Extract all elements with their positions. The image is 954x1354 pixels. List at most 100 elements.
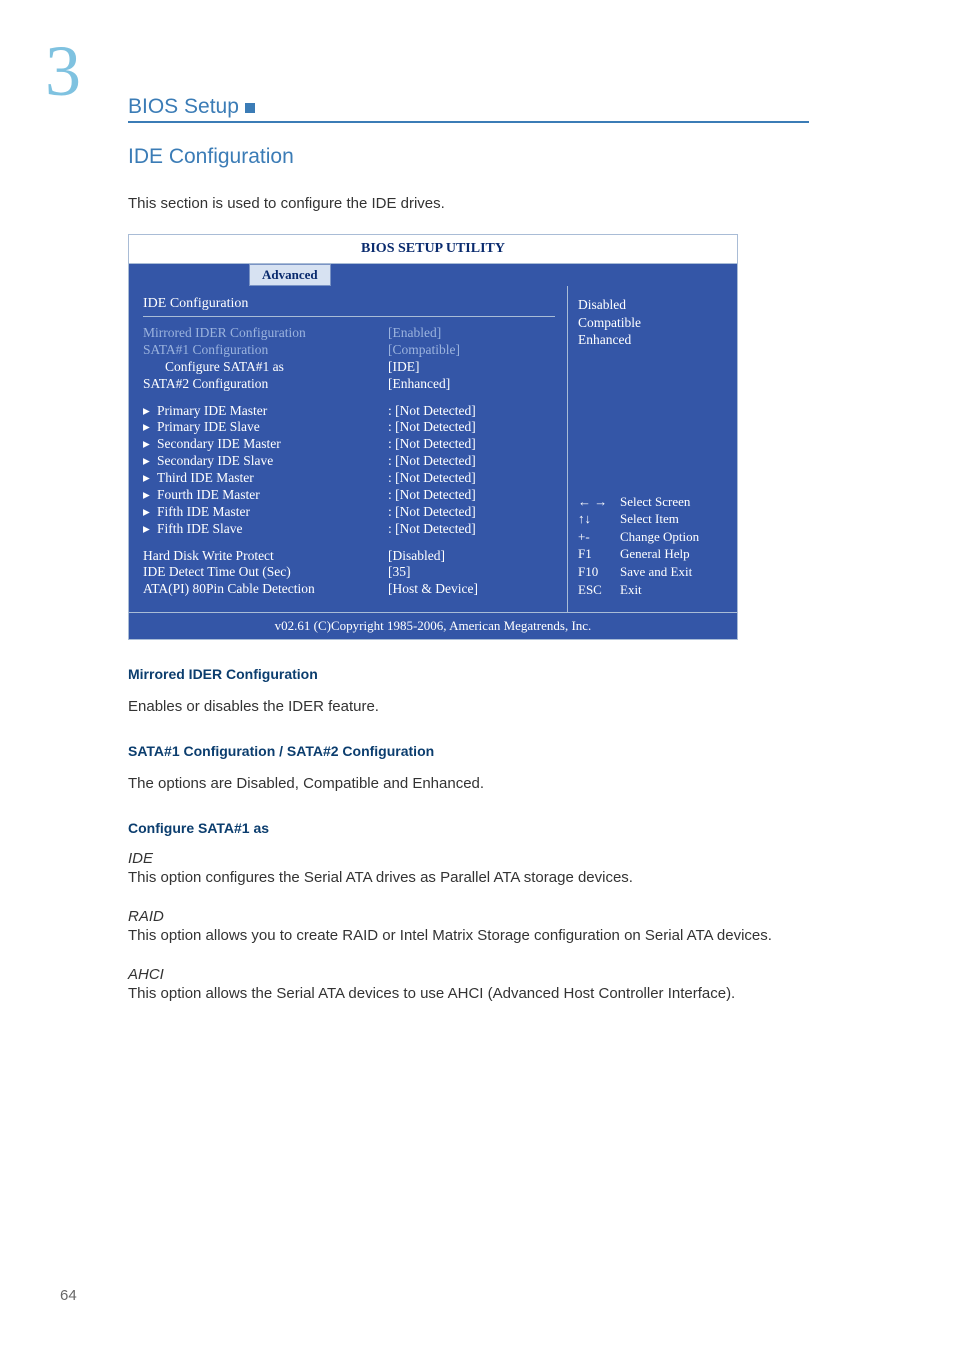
triangle-right-icon: ▸ bbox=[143, 453, 157, 470]
bios-config-row: Hard Disk Write Protect[Disabled] bbox=[143, 548, 555, 565]
bios-row-label: ▸Fifth IDE Master bbox=[143, 504, 388, 521]
bios-row-label-text: Primary IDE Slave bbox=[157, 419, 260, 434]
heading-configure-sata1: Configure SATA#1 as bbox=[128, 820, 809, 836]
text-raid: This option allows you to create RAID or… bbox=[128, 925, 809, 946]
bios-tabs: Advanced bbox=[129, 264, 737, 286]
bios-config-row: ▸Fifth IDE Master: [Not Detected] bbox=[143, 504, 555, 521]
bios-config-row: ▸Primary IDE Slave: [Not Detected] bbox=[143, 419, 555, 436]
bios-row-label: SATA#2 Configuration bbox=[143, 376, 388, 393]
bios-config-row: ▸Secondary IDE Slave: [Not Detected] bbox=[143, 453, 555, 470]
bios-help-key: F10 bbox=[578, 563, 620, 581]
bios-help-key: ESC bbox=[578, 581, 620, 599]
bios-help-key-row: ← →Select Screen bbox=[578, 493, 727, 511]
chapter-number: 3 bbox=[45, 30, 81, 113]
bios-help-keys: ← →Select Screen↑↓Select Item+-Change Op… bbox=[578, 493, 727, 598]
triangle-right-icon: ▸ bbox=[143, 419, 157, 436]
breadcrumb-square-icon bbox=[245, 103, 255, 113]
bios-footer: v02.61 (C)Copyright 1985-2006, American … bbox=[129, 612, 737, 639]
text-ahci: This option allows the Serial ATA device… bbox=[128, 983, 809, 1004]
bios-row-label: SATA#1 Configuration bbox=[143, 342, 388, 359]
bios-left-panel: IDE Configuration Mirrored IDER Configur… bbox=[129, 286, 567, 612]
bios-row-label-text: Mirrored IDER Configuration bbox=[143, 325, 306, 340]
bios-row-label-text: Fifth IDE Slave bbox=[157, 521, 243, 536]
bios-row-value: : [Not Detected] bbox=[388, 403, 476, 420]
bios-row-label-text: SATA#1 Configuration bbox=[143, 342, 268, 357]
triangle-right-icon: ▸ bbox=[143, 487, 157, 504]
bios-help-option: Compatible bbox=[578, 314, 727, 332]
triangle-right-icon: ▸ bbox=[143, 521, 157, 538]
bios-row-value: : [Not Detected] bbox=[388, 419, 476, 436]
bios-row-label-text: Fourth IDE Master bbox=[157, 487, 260, 502]
heading-sata-config: SATA#1 Configuration / SATA#2 Configurat… bbox=[128, 743, 809, 759]
bios-screenshot: BIOS SETUP UTILITY Advanced IDE Configur… bbox=[128, 234, 738, 640]
bios-row-value: [Disabled] bbox=[388, 548, 445, 565]
bios-divider bbox=[143, 316, 555, 317]
bios-config-row: ▸Third IDE Master: [Not Detected] bbox=[143, 470, 555, 487]
bios-row-label: ▸Fourth IDE Master bbox=[143, 487, 388, 504]
bios-help-key-row: ↑↓Select Item bbox=[578, 510, 727, 528]
breadcrumb: BIOS Setup bbox=[128, 95, 809, 123]
bios-config-row: SATA#1 Configuration[Compatible] bbox=[143, 342, 555, 359]
bios-row-label-text: SATA#2 Configuration bbox=[143, 376, 268, 391]
bios-config-row: Mirrored IDER Configuration [Enabled] bbox=[143, 325, 555, 342]
bios-help-key-row: F10Save and Exit bbox=[578, 563, 727, 581]
bios-row-label: Mirrored IDER Configuration bbox=[143, 325, 388, 342]
bios-help-action: Select Item bbox=[620, 510, 679, 528]
bios-row-label-text: Configure SATA#1 as bbox=[165, 359, 284, 374]
bios-config-row: ATA(PI) 80Pin Cable Detection [Host & Dev… bbox=[143, 581, 555, 598]
bios-help-key: ← → bbox=[578, 493, 620, 511]
bios-row-label-text: Secondary IDE Slave bbox=[157, 453, 273, 468]
bios-row-value: [IDE] bbox=[388, 359, 419, 376]
bios-help-key-row: ESCExit bbox=[578, 581, 727, 599]
label-ahci: AHCI bbox=[128, 966, 809, 983]
triangle-right-icon: ▸ bbox=[143, 470, 157, 487]
bios-row-label-text: ATA(PI) 80Pin Cable Detection bbox=[143, 581, 315, 596]
bios-row-label: ▸Secondary IDE Slave bbox=[143, 453, 388, 470]
bios-help-option: Enhanced bbox=[578, 331, 727, 349]
bios-row-value: : [Not Detected] bbox=[388, 487, 476, 504]
bios-help-action: Save and Exit bbox=[620, 563, 692, 581]
bios-row-label: ▸Third IDE Master bbox=[143, 470, 388, 487]
triangle-right-icon: ▸ bbox=[143, 403, 157, 420]
bios-row-label: IDE Detect Time Out (Sec) bbox=[143, 564, 388, 581]
bios-row-label: ▸Secondary IDE Master bbox=[143, 436, 388, 453]
text-mirrored-ider: Enables or disables the IDER feature. bbox=[128, 696, 809, 717]
text-ide: This option configures the Serial ATA dr… bbox=[128, 867, 809, 888]
triangle-right-icon: ▸ bbox=[143, 436, 157, 453]
bios-config-row: SATA#2 Configuration [Enhanced] bbox=[143, 376, 555, 393]
bios-row-label: ▸Fifth IDE Slave bbox=[143, 521, 388, 538]
bios-row-value: : [Not Detected] bbox=[388, 504, 476, 521]
bios-row-label: ▸Primary IDE Slave bbox=[143, 419, 388, 436]
bios-row-value: : [Not Detected] bbox=[388, 453, 476, 470]
bios-help-action: Select Screen bbox=[620, 493, 690, 511]
bios-row-value: [Enabled] bbox=[388, 325, 441, 342]
breadcrumb-text: BIOS Setup bbox=[128, 95, 239, 119]
bios-row-label-text: Primary IDE Master bbox=[157, 403, 267, 418]
bios-config-row: ▸Fourth IDE Master: [Not Detected] bbox=[143, 487, 555, 504]
bios-row-label: ATA(PI) 80Pin Cable Detection bbox=[143, 581, 388, 598]
text-sata-config: The options are Disabled, Compatible and… bbox=[128, 773, 809, 794]
bios-row-value: [Host & Device] bbox=[388, 581, 478, 598]
bios-row-label-text: Fifth IDE Master bbox=[157, 504, 250, 519]
triangle-right-icon: ▸ bbox=[143, 504, 157, 521]
bios-title: BIOS SETUP UTILITY bbox=[129, 235, 737, 264]
bios-help-action: Exit bbox=[620, 581, 642, 599]
bios-help-option: Disabled bbox=[578, 296, 727, 314]
bios-panel-title: IDE Configuration bbox=[143, 296, 555, 312]
bios-row-label-text: IDE Detect Time Out (Sec) bbox=[143, 564, 291, 579]
bios-tab-advanced: Advanced bbox=[249, 264, 331, 286]
label-raid: RAID bbox=[128, 908, 809, 925]
bios-help-key-row: +-Change Option bbox=[578, 528, 727, 546]
label-ide: IDE bbox=[128, 850, 809, 867]
bios-help-key: ↑↓ bbox=[578, 510, 620, 528]
bios-row-value: [35] bbox=[388, 564, 411, 581]
bios-help-key: +- bbox=[578, 528, 620, 546]
bios-help-action: General Help bbox=[620, 545, 690, 563]
section-title: IDE Configuration bbox=[128, 145, 809, 169]
section-intro: This section is used to configure the ID… bbox=[128, 193, 809, 214]
bios-config-row: ▸Secondary IDE Master: [Not Detected] bbox=[143, 436, 555, 453]
bios-row-label-text: Third IDE Master bbox=[157, 470, 254, 485]
bios-row-value: [Enhanced] bbox=[388, 376, 450, 393]
bios-config-row: Configure SATA#1 as [IDE] bbox=[143, 359, 555, 376]
bios-config-row: ▸Primary IDE Master : [Not Detected] bbox=[143, 403, 555, 420]
